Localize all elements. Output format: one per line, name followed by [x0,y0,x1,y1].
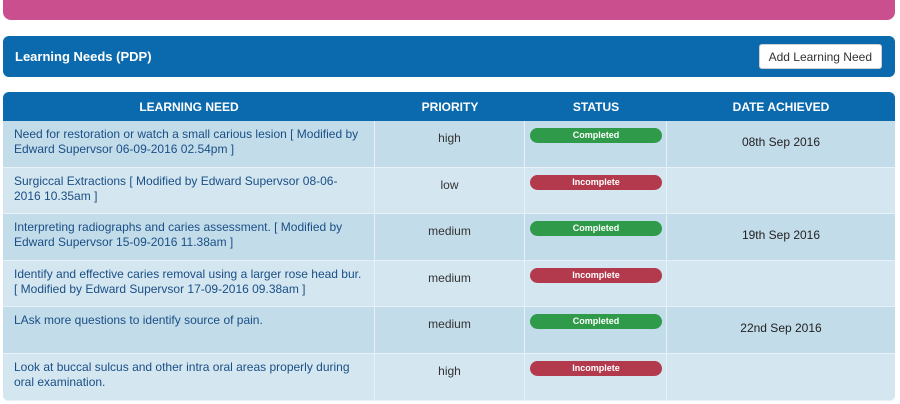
date-achieved: 19th Sep 2016 [741,228,821,243]
date-achieved [667,354,895,400]
header-priority: PRIORITY [421,99,479,114]
table-row: Interpreting radiographs and caries asse… [3,214,895,261]
learning-needs-table: LEARNING NEED PRIORITY STATUS DATE ACHIE… [3,92,895,401]
table-row: Identify and effective caries removal us… [3,260,895,308]
status-badge: Incomplete [530,267,662,283]
learning-need-link[interactable]: LAsk more questions to identify source o… [3,307,375,353]
add-learning-need-button[interactable]: Add Learning Need [758,44,882,69]
status-cell: Completed [525,121,667,167]
status-badge: Completed [530,221,662,237]
status-cell: Incomplete [525,353,667,400]
table-row: Look at buccal sulcus and other intra or… [3,353,895,401]
learning-needs-header: Learning Needs (PDP) Add Learning Need [3,36,895,77]
header-learning-need: LEARNING NEED [139,99,239,114]
table-row: Surgiccal Extractions [ Modified by Edwa… [3,167,895,215]
status-cell: Incomplete [525,167,667,214]
top-banner [3,0,895,20]
section-title: Learning Needs (PDP) [15,49,152,64]
date-achieved: 22nd Sep 2016 [740,321,822,336]
learning-need-link[interactable]: Surgiccal Extractions [ Modified by Edwa… [3,167,375,214]
table-row: LAsk more questions to identify source o… [3,307,895,354]
date-achieved [667,261,895,307]
learning-need-link[interactable]: Look at buccal sulcus and other intra or… [3,353,375,400]
status-cell: Completed [525,214,667,260]
header-date-achieved: DATE ACHIEVED [732,99,830,114]
priority-value: high [375,353,525,400]
learning-need-link[interactable]: Identify and effective caries removal us… [3,260,375,307]
header-status: STATUS [572,99,620,114]
date-achieved: 08th Sep 2016 [741,135,821,149]
table-body: Need for restoration or watch a small ca… [3,121,895,401]
table-header: LEARNING NEED PRIORITY STATUS DATE ACHIE… [3,92,895,121]
date-achieved [667,168,895,214]
status-badge: Completed [530,128,662,143]
status-cell: Completed [525,307,667,353]
status-badge: Incomplete [530,174,662,190]
priority-value: medium [375,260,525,307]
status-badge: Completed [530,314,662,330]
status-cell: Incomplete [525,260,667,307]
learning-need-link[interactable]: Need for restoration or watch a small ca… [3,121,375,167]
table-row: Need for restoration or watch a small ca… [3,121,895,168]
status-badge: Incomplete [530,360,662,376]
priority-value: high [375,121,525,167]
priority-value: low [375,167,525,214]
priority-value: medium [375,214,525,260]
learning-need-link[interactable]: Interpreting radiographs and caries asse… [3,214,375,260]
priority-value: medium [375,307,525,353]
